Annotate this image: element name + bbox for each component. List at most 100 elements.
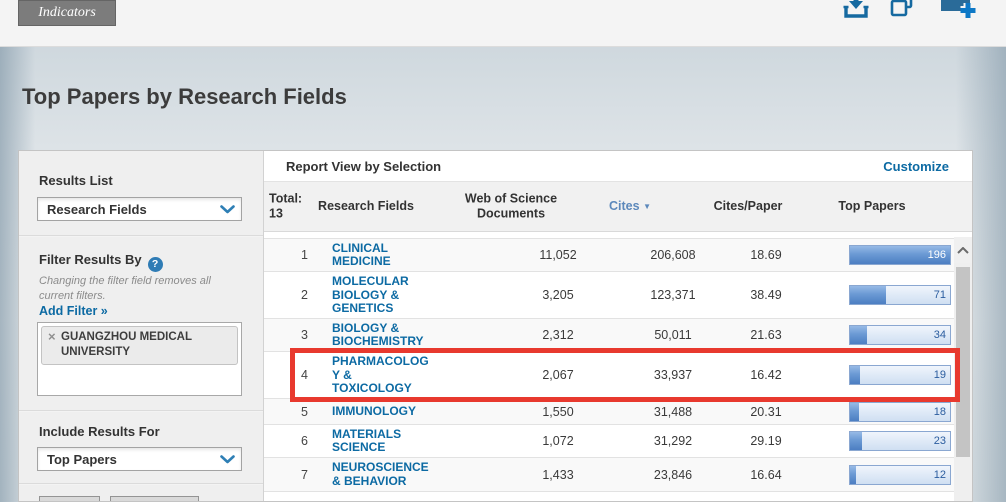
top-papers-bar-fill <box>850 326 867 344</box>
report-view-title: Report View by Selection <box>286 159 441 174</box>
table-row: 2 MOLECULAR BIOLOGY & GENETICS 3,205 123… <box>264 272 956 319</box>
results-list-value: Research Fields <box>38 202 213 217</box>
content-panel: Results List Research Fields Filter Resu… <box>18 150 973 502</box>
filter-tag[interactable]: × GUANGZHOU MEDICAL UNIVERSITY <box>41 326 238 365</box>
table-row: 1 CLINICAL MEDICINE 11,052 206,608 18.69… <box>264 238 956 272</box>
divider <box>19 483 263 485</box>
research-field-link[interactable]: MATERIALS SCIENCE <box>332 428 432 454</box>
cites-label: Cites <box>609 199 640 213</box>
scrollbar-thumb[interactable] <box>956 267 970 457</box>
top-papers-bar-fill <box>850 432 862 450</box>
customize-link[interactable]: Customize <box>883 159 949 174</box>
report-table: Report View by Selection Customize Total… <box>264 151 972 501</box>
top-papers-bar: 71 <box>849 285 951 305</box>
sidebar-button[interactable] <box>110 496 199 502</box>
results-list-select[interactable]: Research Fields <box>37 197 242 221</box>
top-papers-bar-fill <box>850 286 886 304</box>
wos-documents-cell: 2,312 <box>508 328 608 342</box>
top-papers-bar-fill <box>850 403 859 421</box>
cites-per-paper-cell: 16.42 <box>716 368 816 382</box>
top-papers-value: 196 <box>928 249 946 261</box>
research-field-link[interactable]: IMMUNOLOGY <box>332 405 432 418</box>
rank-cell: 2 <box>264 288 308 302</box>
cites-per-paper-cell: 20.31 <box>716 405 816 419</box>
cites-cell: 50,011 <box>623 328 723 342</box>
wos-documents-cell: 1,550 <box>508 405 608 419</box>
top-papers-bar-fill <box>850 466 856 484</box>
top-papers-bar: 34 <box>849 325 951 345</box>
results-list-heading: Results List <box>39 173 113 188</box>
filter-note: Changing the filter field removes all cu… <box>39 274 241 303</box>
wos-documents-cell: 1,433 <box>508 468 608 482</box>
include-results-heading: Include Results For <box>39 424 160 439</box>
table-row: 7 NEUROSCIENCE & BEHAVIOR 1,433 23,846 1… <box>264 458 956 491</box>
cites-cell: 123,371 <box>623 288 723 302</box>
wos-documents-cell: 3,205 <box>508 288 608 302</box>
research-field-link[interactable]: NEUROSCIENCE & BEHAVIOR <box>332 461 432 487</box>
divider <box>19 410 263 412</box>
top-papers-bar: 196 <box>849 245 951 265</box>
research-field-link[interactable]: BIOLOGY & BIOCHEMISTRY <box>332 322 432 348</box>
column-wos-documents: Web of Science Documents <box>451 191 571 222</box>
include-results-value: Top Papers <box>38 452 213 467</box>
table-body: 1 CLINICAL MEDICINE 11,052 206,608 18.69… <box>264 238 956 492</box>
top-papers-bar: 12 <box>849 465 951 485</box>
total-label: Total: <box>269 191 311 207</box>
vertical-scrollbar[interactable] <box>954 237 972 501</box>
cites-per-paper-cell: 38.49 <box>716 288 816 302</box>
column-cites-sort[interactable]: Cites ▼ <box>570 199 690 215</box>
total-value: 13 <box>269 207 311 223</box>
top-papers-value: 18 <box>934 406 946 418</box>
research-field-link[interactable]: PHARMACOLOGY & TOXICOLOGY <box>332 355 432 395</box>
research-field-link[interactable]: MOLECULAR BIOLOGY & GENETICS <box>332 275 432 315</box>
scroll-up-icon[interactable] <box>954 237 972 263</box>
filter-list-box: × GUANGZHOU MEDICAL UNIVERSITY <box>37 322 242 396</box>
column-cites-paper: Cites/Paper <box>688 199 808 215</box>
rank-cell: 7 <box>264 468 308 482</box>
wos-documents-cell: 1,072 <box>508 434 608 448</box>
sidebar-button[interactable] <box>39 496 100 502</box>
top-papers-value: 23 <box>934 435 946 447</box>
cites-cell: 206,608 <box>623 248 723 262</box>
wos-documents-cell: 11,052 <box>508 248 608 262</box>
cites-per-paper-cell: 21.63 <box>716 328 816 342</box>
cites-cell: 33,937 <box>623 368 723 382</box>
top-papers-value: 12 <box>934 469 946 481</box>
download-icon[interactable] <box>843 0 869 28</box>
chevron-down-icon <box>213 205 241 214</box>
tab-indicators[interactable]: Indicators <box>18 0 116 26</box>
research-field-link[interactable]: CLINICAL MEDICINE <box>332 242 432 268</box>
help-icon[interactable]: ? <box>148 257 163 272</box>
column-top-papers: Top Papers <box>812 199 932 215</box>
column-research-fields: Research Fields <box>306 199 426 215</box>
cites-per-paper-cell: 16.64 <box>716 468 816 482</box>
remove-filter-icon[interactable]: × <box>48 329 56 346</box>
cites-cell: 23,846 <box>623 468 723 482</box>
add-filter-link[interactable]: Add Filter » <box>39 304 108 318</box>
top-papers-value: 34 <box>934 329 946 341</box>
top-papers-bar-fill <box>850 366 860 384</box>
top-papers-value: 19 <box>934 369 946 381</box>
cites-per-paper-cell: 29.19 <box>716 434 816 448</box>
filter-results-label: Filter Results By <box>39 252 142 267</box>
divider <box>19 235 263 237</box>
rank-cell: 5 <box>264 405 308 419</box>
top-papers-bar: 19 <box>849 365 951 385</box>
top-papers-bar: 23 <box>849 431 951 451</box>
table-row: 3 BIOLOGY & BIOCHEMISTRY 2,312 50,011 21… <box>264 319 956 352</box>
sort-arrow-icon: ▼ <box>643 202 651 211</box>
filter-results-heading: Filter Results By? <box>39 252 163 272</box>
wos-documents-cell: 2,067 <box>508 368 608 382</box>
cites-cell: 31,488 <box>623 405 723 419</box>
top-papers-value: 71 <box>934 289 946 301</box>
rank-cell: 6 <box>264 434 308 448</box>
top-papers-bar: 18 <box>849 402 951 422</box>
include-results-select[interactable]: Top Papers <box>37 447 242 471</box>
table-row: 4 PHARMACOLOGY & TOXICOLOGY 2,067 33,937… <box>264 352 956 399</box>
sidebar: Results List Research Fields Filter Resu… <box>19 151 264 501</box>
print-icon[interactable] <box>889 0 916 28</box>
filter-tag-label: GUANGZHOU MEDICAL UNIVERSITY <box>61 331 192 358</box>
add-report-icon[interactable] <box>941 0 977 28</box>
report-view-header: Report View by Selection Customize <box>264 151 972 182</box>
tab-indicators-label: Indicators <box>38 5 96 21</box>
